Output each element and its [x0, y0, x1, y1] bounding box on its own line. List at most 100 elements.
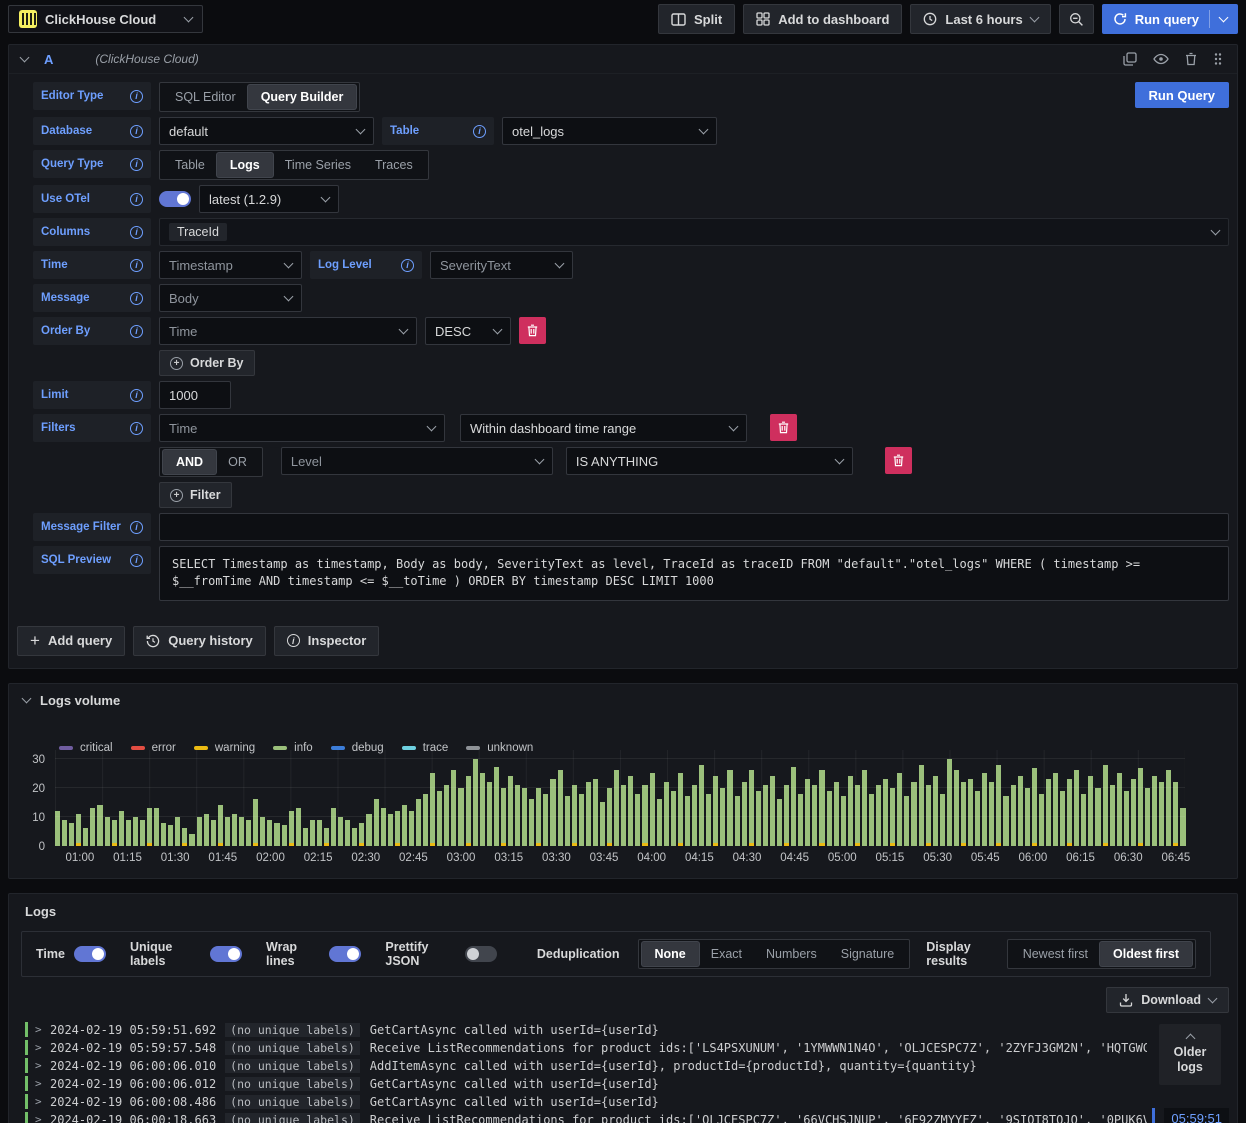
filter-field-select[interactable]: Time: [159, 414, 445, 442]
columns-multiselect[interactable]: TraceId: [159, 218, 1229, 246]
expand-chevron-icon[interactable]: >: [35, 1023, 50, 1036]
info-icon[interactable]: i: [130, 124, 143, 138]
expand-chevron-icon[interactable]: >: [35, 1095, 50, 1108]
volume-bar[interactable]: [918, 764, 924, 846]
volume-bar[interactable]: [366, 813, 372, 846]
filter-operator-select[interactable]: Within dashboard time range: [460, 414, 747, 442]
volume-bar[interactable]: [401, 805, 407, 846]
use-otel-toggle[interactable]: [159, 191, 191, 207]
volume-bar[interactable]: [1130, 779, 1136, 846]
zoom-out-time-button[interactable]: [1058, 4, 1094, 34]
log-row[interactable]: >2024-02-19 05:59:51.692 (no unique label…: [25, 1021, 1147, 1039]
log-row[interactable]: >2024-02-19 06:00:18.663 (no unique label…: [25, 1111, 1147, 1123]
volume-bar[interactable]: [423, 793, 429, 846]
time-range-picker[interactable]: Last 6 hours: [910, 4, 1051, 34]
collapse-chevron-icon[interactable]: [19, 52, 30, 63]
volume-bar[interactable]: [437, 790, 443, 846]
chevron-down-icon[interactable]: [1218, 12, 1229, 23]
volume-bar[interactable]: [1003, 796, 1009, 846]
volume-bar[interactable]: [486, 781, 492, 846]
volume-bar[interactable]: [316, 819, 322, 846]
volume-bar[interactable]: [331, 808, 337, 846]
volume-bar[interactable]: [557, 770, 563, 846]
volume-bar[interactable]: [380, 808, 386, 846]
wrap-lines-switch[interactable]: [329, 945, 362, 962]
volume-bar[interactable]: [274, 822, 280, 846]
volume-bar[interactable]: [600, 802, 606, 846]
volume-bar[interactable]: [224, 816, 230, 846]
volume-bar[interactable]: [97, 805, 103, 846]
otel-version-select[interactable]: latest (1.2.9): [199, 185, 339, 213]
volume-bar[interactable]: [911, 781, 917, 846]
volume-bar[interactable]: [76, 813, 82, 846]
volume-bar[interactable]: [699, 764, 705, 846]
info-icon[interactable]: i: [130, 258, 143, 272]
info-icon[interactable]: i: [473, 124, 486, 138]
info-icon[interactable]: i: [130, 225, 143, 239]
log-level-select[interactable]: SeverityText: [430, 251, 573, 279]
volume-bar[interactable]: [1053, 773, 1059, 846]
volume-bar[interactable]: [727, 770, 733, 846]
volume-bar[interactable]: [663, 781, 669, 846]
volume-bar[interactable]: [217, 805, 223, 846]
volume-bar[interactable]: [1137, 767, 1144, 846]
trash-icon[interactable]: [1185, 52, 1197, 66]
volume-bar[interactable]: [147, 808, 153, 846]
volume-bar[interactable]: [939, 793, 945, 846]
volume-bar[interactable]: [323, 828, 330, 846]
info-icon[interactable]: i: [130, 89, 143, 103]
filter2-operator-select[interactable]: IS ANYTHING: [565, 447, 853, 475]
log-row[interactable]: >2024-02-19 06:00:06.010 (no unique label…: [25, 1057, 1147, 1075]
volume-bar[interactable]: [798, 793, 804, 846]
volume-bar[interactable]: [1074, 770, 1080, 846]
volume-bar[interactable]: [819, 770, 825, 846]
volume-bar[interactable]: [281, 825, 287, 846]
volume-bar[interactable]: [132, 816, 138, 846]
volume-bar[interactable]: [975, 790, 981, 846]
volume-bar[interactable]: [890, 787, 896, 846]
volume-bar[interactable]: [125, 819, 131, 846]
volume-bar[interactable]: [748, 770, 754, 846]
volume-bar[interactable]: [415, 799, 422, 846]
filter-bool-option-and[interactable]: AND: [163, 450, 217, 474]
info-icon[interactable]: i: [130, 553, 143, 567]
add-query-button[interactable]: + Add query: [17, 625, 126, 656]
volume-bar[interactable]: [1060, 790, 1066, 846]
volume-bar[interactable]: [295, 808, 301, 846]
message-filter-input[interactable]: [159, 513, 1229, 541]
order-by-direction-select[interactable]: DESC: [425, 317, 511, 345]
volume-bar[interactable]: [458, 787, 464, 846]
add-filter-button[interactable]: + Filter: [159, 482, 232, 508]
volume-bar[interactable]: [592, 779, 599, 846]
datasource-picker[interactable]: ClickHouse Cloud: [8, 5, 203, 33]
inspector-button[interactable]: i Inspector: [273, 625, 380, 656]
volume-bar[interactable]: [1031, 767, 1037, 846]
remove-filter-button[interactable]: [770, 414, 797, 441]
volume-bar[interactable]: [111, 819, 117, 846]
volume-bar[interactable]: [805, 779, 811, 846]
volume-bar[interactable]: [451, 770, 457, 846]
volume-bar[interactable]: [373, 799, 379, 846]
add-to-dashboard-button[interactable]: Add to dashboard: [743, 4, 903, 34]
message-column-select[interactable]: Body: [159, 284, 302, 312]
volume-bar[interactable]: [741, 781, 747, 846]
info-icon[interactable]: i: [130, 421, 143, 435]
info-icon[interactable]: i: [130, 388, 143, 402]
volume-bar[interactable]: [83, 828, 89, 846]
volume-bar[interactable]: [529, 799, 535, 846]
download-button[interactable]: Download: [1106, 986, 1229, 1013]
volume-bar[interactable]: [868, 793, 875, 846]
column-chip[interactable]: TraceId: [169, 223, 227, 241]
volume-bar[interactable]: [430, 773, 436, 846]
volume-bar[interactable]: [961, 782, 967, 846]
info-icon[interactable]: i: [130, 157, 143, 171]
volume-bar[interactable]: [614, 770, 620, 846]
volume-bar[interactable]: [826, 790, 832, 846]
volume-bar[interactable]: [267, 819, 273, 846]
timeline-marker[interactable]: [1152, 1107, 1156, 1123]
volume-bar[interactable]: [104, 816, 110, 846]
volume-bar[interactable]: [175, 816, 181, 846]
volume-bar[interactable]: [1067, 779, 1073, 846]
split-button[interactable]: Split: [658, 4, 736, 34]
remove-order-by-button[interactable]: [519, 317, 546, 344]
